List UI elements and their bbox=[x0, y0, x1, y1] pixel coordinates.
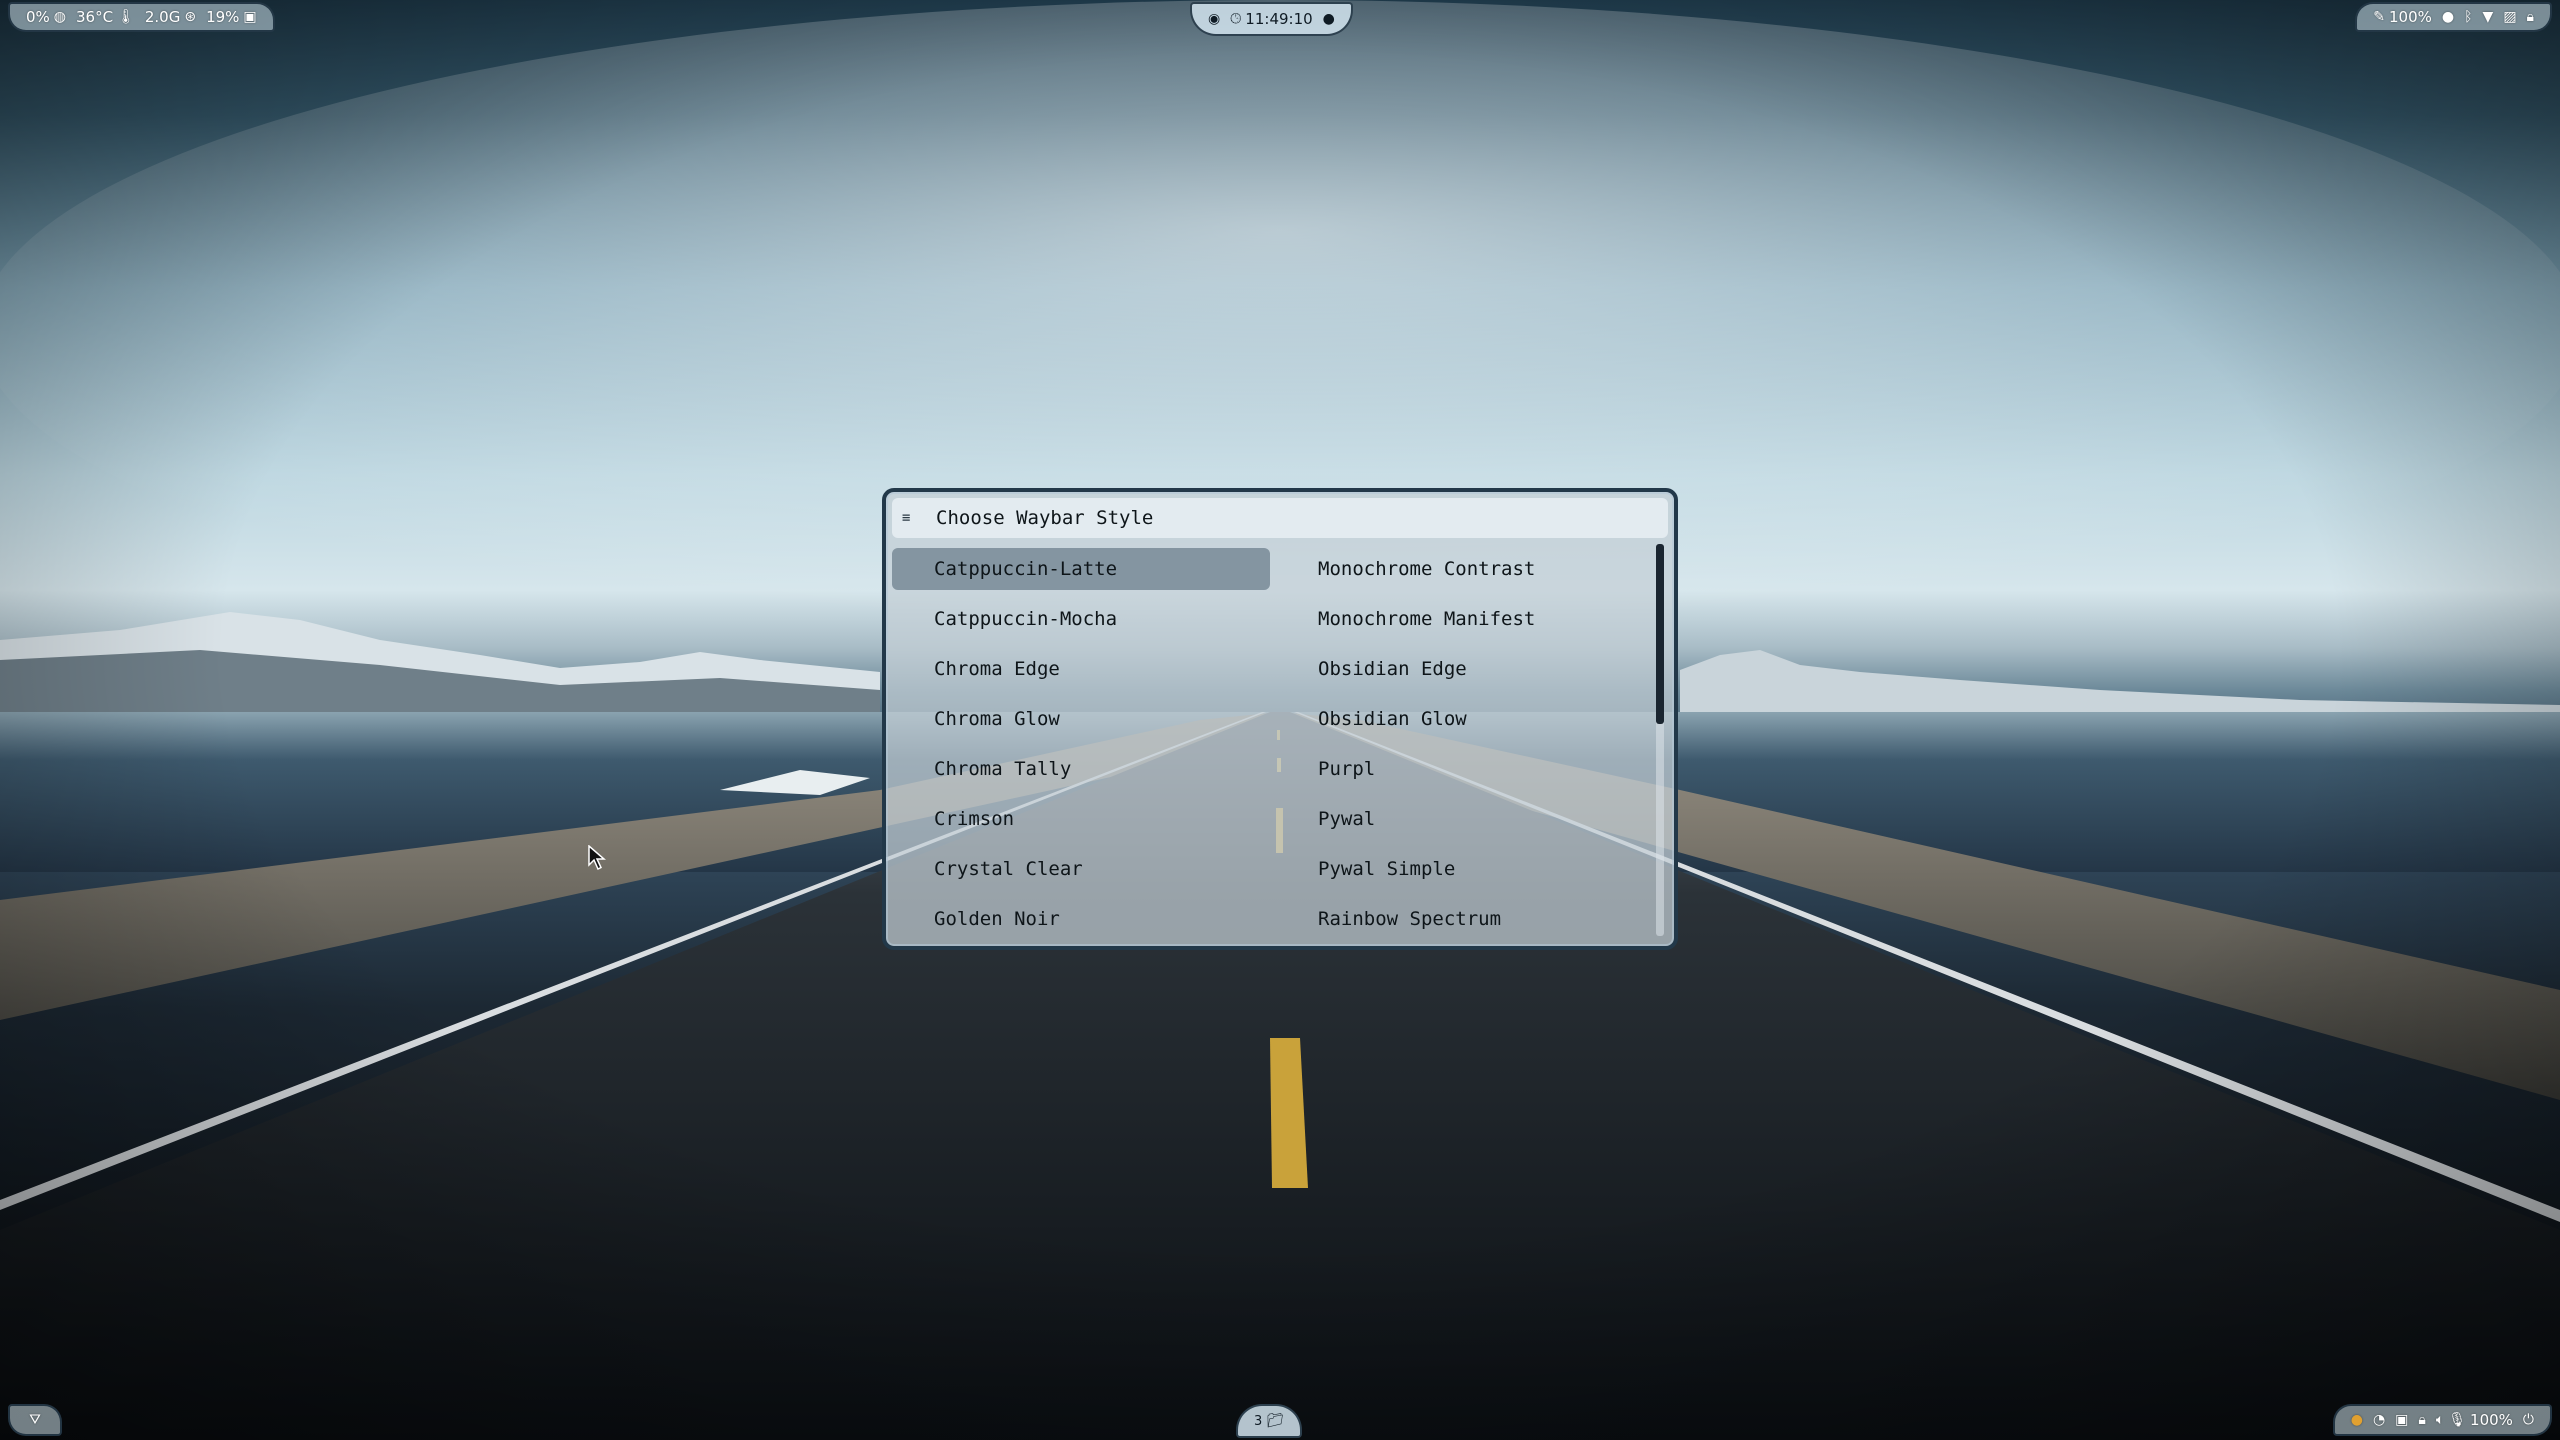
memory-value: 2.0G bbox=[144, 8, 181, 26]
thermometer-icon: 🌡︎ bbox=[117, 9, 135, 25]
style-option[interactable]: Crystal Clear bbox=[892, 848, 1270, 890]
waybar-style-chooser: ≡ Choose Waybar Style Catppuccin-Latte M… bbox=[882, 488, 1678, 950]
desktop: 0% ◍ 36°C 🌡︎ 2.0G ⊛ 19% ▣ ◉ 🕒︎ 11:49:10 … bbox=[0, 0, 2560, 1440]
record-icon[interactable]: ● bbox=[2442, 10, 2454, 24]
prompt-text: Choose Waybar Style bbox=[936, 507, 1154, 529]
style-option[interactable]: Chroma Edge bbox=[892, 648, 1270, 690]
style-option[interactable]: Catppuccin-Latte bbox=[892, 548, 1270, 590]
top-center-bar: ◉ 🕒︎ 11:49:10 ● bbox=[1190, 2, 1353, 36]
rofi-prompt[interactable]: ≡ Choose Waybar Style bbox=[892, 498, 1668, 538]
microphone-icon: 🎙︎ bbox=[2448, 1412, 2467, 1428]
brightness-value: 100% bbox=[2389, 8, 2432, 26]
wifi-icon[interactable]: ▼ bbox=[2483, 10, 2494, 24]
volume-module[interactable]: 🔈︎ 🎙︎ 100% bbox=[2436, 1411, 2513, 1429]
cpu-module[interactable]: 0% ◍ bbox=[26, 8, 66, 26]
style-list: Catppuccin-Latte Monochrome Contrast Cat… bbox=[892, 544, 1668, 936]
power-icon[interactable]: ⏻ bbox=[2523, 1413, 2534, 1427]
cpu-value: 0% bbox=[26, 8, 50, 26]
scrollbar-thumb[interactable] bbox=[1656, 544, 1664, 724]
style-option[interactable]: Purpl bbox=[1276, 748, 1654, 790]
temperature-value: 36°C bbox=[76, 8, 114, 26]
style-option[interactable]: Pywal Simple bbox=[1276, 848, 1654, 890]
bluetooth-icon[interactable]: ᛒ bbox=[2464, 10, 2472, 24]
image-icon[interactable]: ▨ bbox=[2503, 10, 2516, 24]
disk-value: 19% bbox=[206, 8, 240, 26]
brightness-module[interactable]: ✎ 100% bbox=[2373, 8, 2432, 26]
speaker-icon: 🔈︎ bbox=[2435, 1412, 2445, 1428]
memory-module[interactable]: 2.0G ⊛ bbox=[145, 8, 196, 26]
tray-app-icon[interactable]: ● bbox=[2351, 1413, 2363, 1427]
temperature-module[interactable]: 36°C 🌡︎ bbox=[76, 8, 135, 26]
style-option[interactable]: Crimson bbox=[892, 798, 1270, 840]
lock-icon[interactable]: 🔒︎ bbox=[2527, 10, 2534, 24]
tray-network-icon[interactable]: ◔ bbox=[2373, 1413, 2385, 1427]
tray-keyboard-icon[interactable]: ▣ bbox=[2395, 1413, 2408, 1427]
top-right-bar: ✎ 100% ● ᛒ ▼ ▨ 🔒︎ bbox=[2355, 2, 2552, 32]
scrollbar[interactable] bbox=[1656, 544, 1664, 936]
cpu-icon: ◍ bbox=[53, 9, 67, 25]
bottom-center-bar: 3 📁︎ bbox=[1236, 1404, 1303, 1438]
folder-icon: 📁︎ bbox=[1266, 1413, 1285, 1429]
notification-icon[interactable]: ● bbox=[1323, 12, 1335, 26]
disk-module[interactable]: 19% ▣ bbox=[206, 8, 257, 26]
menu-lines-icon: ≡ bbox=[902, 510, 911, 526]
clock-value: 11:49:10 bbox=[1245, 10, 1313, 28]
bottom-right-bar: ● ◔ ▣ 🔒︎ 🔈︎ 🎙︎ 100% ⏻ bbox=[2332, 1404, 2552, 1436]
style-option[interactable]: Rainbow Spectrum bbox=[1276, 898, 1654, 936]
tray-lock-icon[interactable]: 🔒︎ bbox=[2418, 1413, 2425, 1427]
workspace-button[interactable]: 3 📁︎ bbox=[1254, 1414, 1284, 1429]
style-option[interactable]: Monochrome Manifest bbox=[1276, 598, 1654, 640]
style-option[interactable]: Catppuccin-Mocha bbox=[892, 598, 1270, 640]
launcher-icon[interactable]: ⛛ bbox=[29, 1413, 41, 1427]
clock-module[interactable]: 🕒︎ 11:49:10 bbox=[1230, 10, 1312, 28]
style-option[interactable]: Pywal bbox=[1276, 798, 1654, 840]
mouse-cursor-icon bbox=[588, 845, 606, 871]
style-option[interactable]: Chroma Glow bbox=[892, 698, 1270, 740]
style-option[interactable]: Monochrome Contrast bbox=[1276, 548, 1654, 590]
idle-inhibitor-icon[interactable]: ◉ bbox=[1208, 12, 1220, 26]
memory-icon: ⊛ bbox=[184, 9, 197, 25]
volume-value: 100% bbox=[2470, 1411, 2513, 1429]
bottom-left-bar: ⛛ bbox=[8, 1404, 62, 1436]
style-option[interactable]: Obsidian Glow bbox=[1276, 698, 1654, 740]
clock-icon: 🕒︎ bbox=[1230, 11, 1242, 27]
style-option[interactable]: Chroma Tally bbox=[892, 748, 1270, 790]
workspace-number: 3 bbox=[1254, 1413, 1263, 1429]
brightness-icon: ✎ bbox=[2373, 9, 2386, 25]
style-option[interactable]: Obsidian Edge bbox=[1276, 648, 1654, 690]
disk-icon: ▣ bbox=[243, 9, 257, 25]
style-option[interactable]: Golden Noir bbox=[892, 898, 1270, 936]
top-left-bar: 0% ◍ 36°C 🌡︎ 2.0G ⊛ 19% ▣ bbox=[8, 2, 275, 32]
